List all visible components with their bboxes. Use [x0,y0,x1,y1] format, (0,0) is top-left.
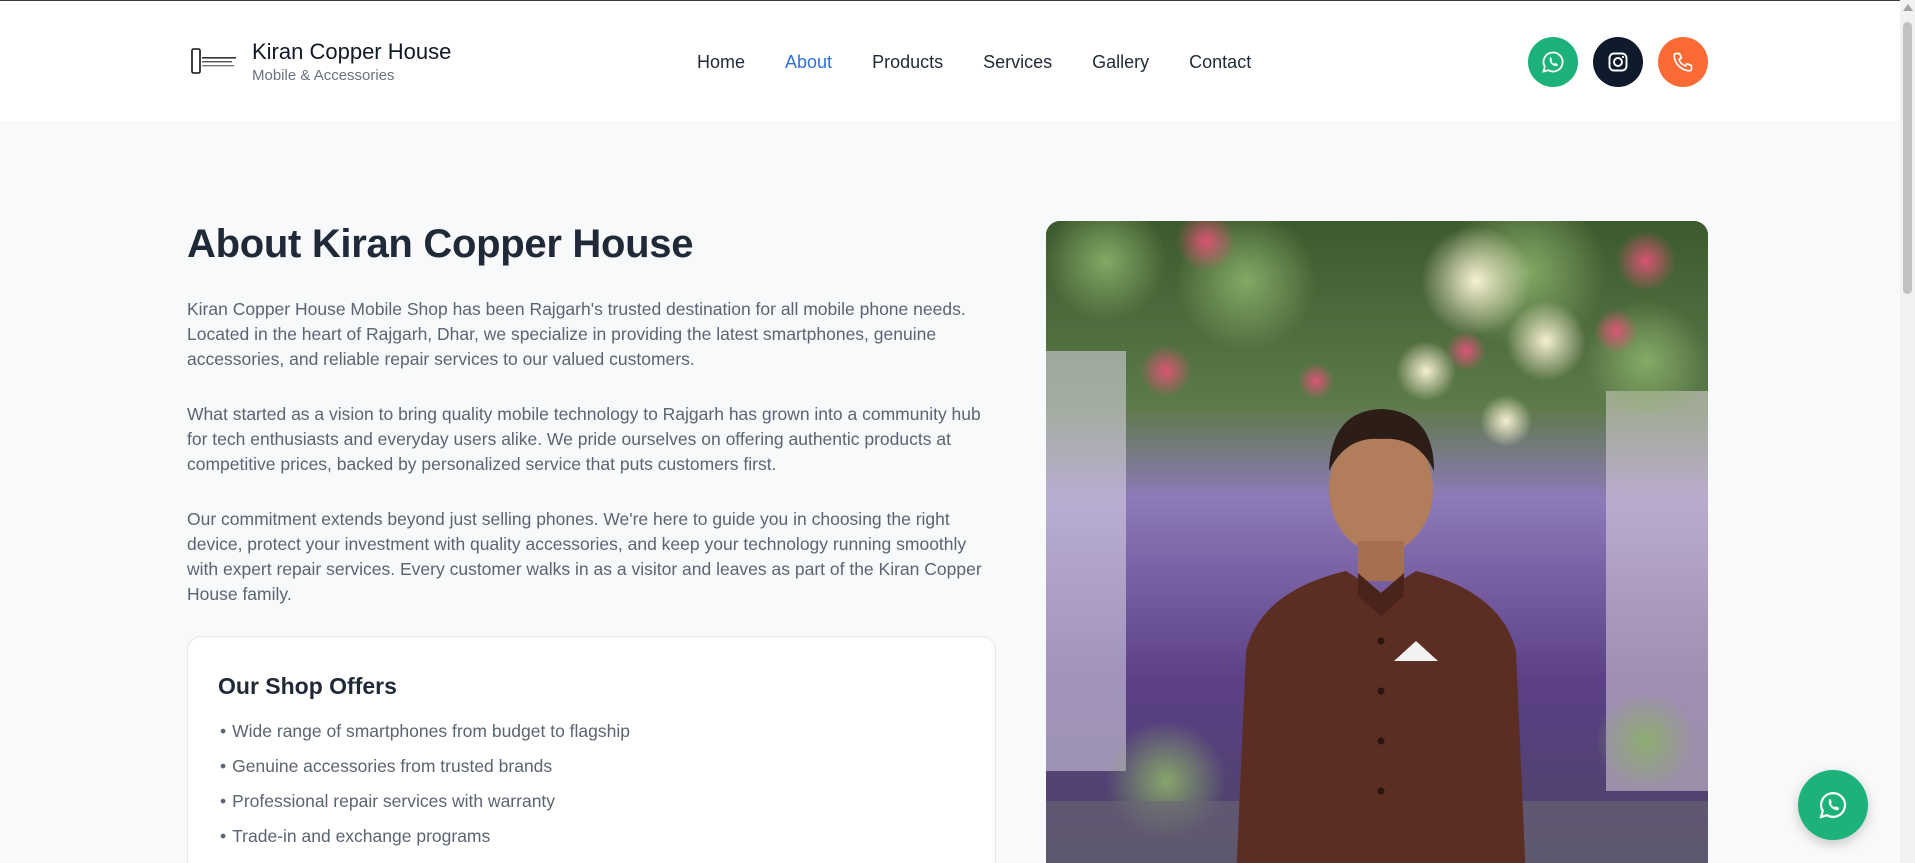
offer-text: Genuine accessories from trusted brands [232,756,553,776]
offer-text: Professional repair services with warran… [232,791,556,811]
phone-icon [1673,52,1693,72]
whatsapp-icon [1542,51,1564,73]
page-title: About Kiran Copper House [187,222,694,266]
bullet: • [220,791,227,811]
brand-name: Kiran Copper House [252,39,452,64]
scroll-up-arrow-icon[interactable] [1903,4,1913,11]
site-header: Kiran Copper House Mobile & Accessories … [0,1,1900,121]
instagram-icon [1608,52,1628,72]
offer-text: Trade-in and exchange programs [232,826,491,846]
nav-contact[interactable]: Contact [1189,50,1251,74]
shop-offers-card: Our Shop Offers • Wide range of smartphon… [187,636,996,863]
brand[interactable]: Kiran Copper House Mobile & Accessories [252,39,451,84]
list-item: • Wide range of smartphones from budget t… [220,719,630,754]
instagram-button[interactable] [1593,37,1643,87]
main-nav: Home About Products Services Gallery Con… [697,50,1291,74]
bullet: • [220,826,227,846]
owner-photo [1046,221,1708,863]
bullet: • [220,756,227,776]
nav-home[interactable]: Home [697,50,745,74]
offers-list: • Wide range of smartphones from budget t… [220,719,630,859]
nav-services[interactable]: Services [983,50,1052,74]
brand-logo[interactable] [190,47,238,75]
nav-products[interactable]: Products [872,50,943,74]
brand-tagline: Mobile & Accessories [252,67,395,84]
whatsapp-chat-button[interactable] [1798,770,1868,840]
bullet: • [220,721,227,741]
list-item: • Trade-in and exchange programs [220,824,630,859]
call-button[interactable] [1658,37,1708,87]
offer-text: Wide range of smartphones from budget to… [232,721,631,741]
nav-gallery[interactable]: Gallery [1092,50,1149,74]
scrollbar-thumb[interactable] [1903,22,1912,294]
list-item: • Genuine accessories from trusted brands [220,754,630,789]
whatsapp-icon [1819,791,1847,819]
about-paragraph: Kiran Copper House Mobile Shop has been … [187,299,966,369]
list-item: • Professional repair services with warra… [220,789,630,824]
about-paragraph: What started as a vision to bring qualit… [187,404,981,474]
whatsapp-button[interactable] [1528,37,1578,87]
offers-title: Our Shop Offers [218,673,397,699]
about-paragraph: Our commitment extends beyond just selli… [187,509,982,604]
nav-about[interactable]: About [785,50,832,74]
